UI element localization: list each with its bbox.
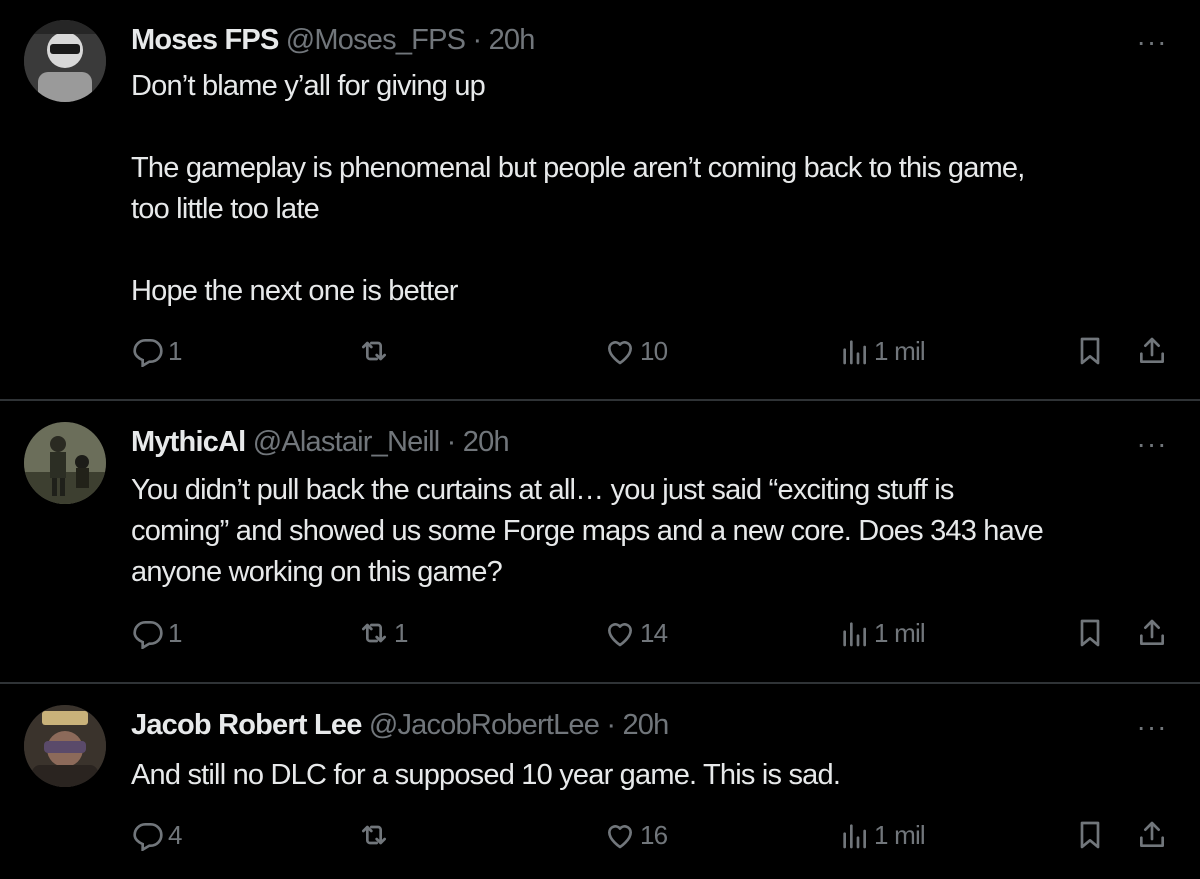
tweet-text: Don’t blame y’all for giving up The game… (131, 66, 1171, 312)
tweet-text: And still no DLC for a supposed 10 year … (131, 755, 1171, 796)
bookmark-button[interactable] (1074, 617, 1106, 649)
repost-icon (362, 623, 386, 643)
tweet-header: MythicAl @Alastair_Neill · 20h (131, 426, 510, 459)
views-icon (843, 824, 866, 849)
avatar[interactable] (24, 20, 106, 102)
reply-icon (133, 823, 163, 851)
user-handle[interactable]: @JacobRobertLee (369, 709, 600, 741)
tweet-text-line: And still no DLC for a supposed 10 year … (131, 759, 841, 791)
share-icon (1140, 337, 1164, 363)
share-button[interactable] (1136, 819, 1168, 851)
tweet-text-line: You didn’t pull back the curtains at all… (131, 474, 954, 506)
like-button[interactable]: 16 (604, 819, 668, 851)
share-button[interactable] (1136, 617, 1168, 649)
repost-button[interactable]: 1 (358, 617, 408, 649)
avatar-image (24, 20, 106, 102)
tweet[interactable]: MythicAl @Alastair_Neill · 20h ··· You d… (0, 400, 1200, 683)
display-name[interactable]: MythicAl (131, 426, 246, 458)
display-name[interactable]: Moses FPS (131, 24, 279, 56)
reply-count: 1 (168, 617, 182, 648)
share-icon (1140, 619, 1164, 645)
reply-button[interactable]: 1 (132, 335, 182, 367)
view-count: 1 mil (874, 819, 926, 850)
tweet-header: Jacob Robert Lee @JacobRobertLee · 20h (131, 709, 669, 742)
tweet-text-blank (131, 107, 1171, 148)
like-count: 14 (640, 617, 668, 648)
reply-icon (133, 621, 163, 649)
bookmark-button[interactable] (1074, 819, 1106, 851)
timestamp[interactable]: 20h (622, 709, 669, 741)
bookmark-icon (1080, 821, 1100, 849)
timestamp[interactable]: 20h (463, 426, 510, 458)
avatar[interactable] (24, 705, 106, 787)
tweet-text-line: coming” and showed us some Forge maps an… (131, 515, 1044, 547)
reply-icon (133, 339, 163, 367)
bookmark-button[interactable] (1074, 335, 1106, 367)
action-bar: 4 16 1 mil (0, 819, 1200, 859)
share-icon (1140, 821, 1164, 847)
repost-button[interactable] (358, 819, 394, 851)
reply-button[interactable]: 1 (132, 617, 182, 649)
display-name[interactable]: Jacob Robert Lee (131, 709, 362, 741)
more-options-button[interactable]: ··· (1134, 28, 1170, 56)
like-button[interactable]: 14 (604, 617, 668, 649)
repost-icon (362, 341, 386, 361)
action-bar: 1 10 1 mil (0, 335, 1200, 375)
share-button[interactable] (1136, 335, 1168, 367)
separator-dot: · (446, 426, 457, 458)
tweet-text-line: anyone working on this game? (131, 556, 503, 588)
repost-count: 1 (394, 617, 408, 648)
like-icon (608, 623, 632, 647)
tweet-text-line: Don’t blame y’all for giving up (131, 70, 486, 102)
views-icon (843, 622, 866, 647)
avatar-image (24, 422, 106, 504)
tweet-text: You didn’t pull back the curtains at all… (131, 470, 1171, 593)
separator-dot: · (606, 709, 616, 741)
views-button[interactable]: 1 mil (838, 617, 926, 649)
bookmark-icon (1080, 619, 1100, 647)
tweet[interactable]: Moses FPS @Moses_FPS · 20h ··· Don’t bla… (0, 0, 1200, 400)
views-icon (843, 340, 866, 365)
tweet[interactable]: Jacob Robert Lee @JacobRobertLee · 20h ·… (0, 683, 1200, 879)
tweet-text-line: The gameplay is phenomenal but people ar… (131, 152, 1025, 184)
tweet-text-line: too little too late (131, 193, 320, 225)
repost-icon (362, 825, 386, 845)
more-options-button[interactable]: ··· (1134, 713, 1170, 741)
user-handle[interactable]: @Alastair_Neill (253, 426, 440, 458)
view-count: 1 mil (874, 335, 926, 366)
reply-count: 4 (168, 819, 182, 850)
more-options-button[interactable]: ··· (1134, 430, 1170, 458)
like-icon (608, 341, 632, 365)
view-count: 1 mil (874, 617, 926, 648)
reply-button[interactable]: 4 (132, 819, 182, 851)
tweet-text-blank (131, 230, 1171, 271)
like-button[interactable]: 10 (604, 335, 668, 367)
like-count: 10 (640, 335, 668, 366)
reply-count: 1 (168, 335, 182, 366)
repost-button[interactable] (358, 335, 394, 367)
like-icon (608, 825, 632, 849)
tweet-header: Moses FPS @Moses_FPS · 20h (131, 24, 535, 57)
separator-dot: · (472, 24, 482, 56)
action-bar: 1 1 14 1 mil (0, 617, 1200, 657)
timestamp[interactable]: 20h (489, 24, 536, 56)
tweet-text-line: Hope the next one is better (131, 275, 458, 307)
like-count: 16 (640, 819, 668, 850)
user-handle[interactable]: @Moses_FPS (286, 24, 466, 56)
views-button[interactable]: 1 mil (838, 819, 926, 851)
views-button[interactable]: 1 mil (838, 335, 926, 367)
avatar[interactable] (24, 422, 106, 504)
bookmark-icon (1080, 337, 1100, 365)
avatar-image (24, 705, 106, 787)
